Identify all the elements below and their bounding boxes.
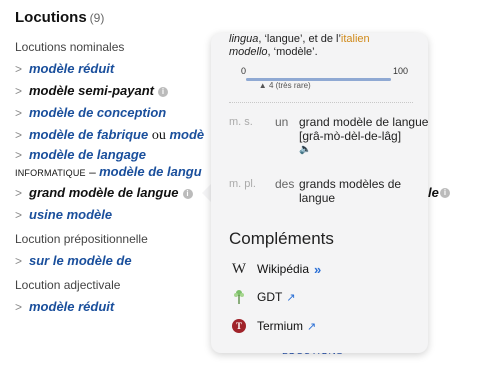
locution-link[interactable]: sur le modèle de bbox=[29, 253, 132, 268]
gdt-tree-icon bbox=[231, 289, 247, 305]
grammar-determiner: un bbox=[275, 115, 289, 129]
grammar-form: grand modèle de langue [grâ-mò-dèl-de-lâ… bbox=[299, 115, 428, 157]
chevron-right-icon: > bbox=[15, 186, 23, 200]
frequency-marker: ▲ 4 (très rare) bbox=[258, 81, 311, 90]
resource-gdt[interactable]: GDT ↗ bbox=[231, 288, 296, 306]
info-icon[interactable]: i bbox=[182, 189, 193, 199]
speaker-icon[interactable]: 🔈 bbox=[299, 143, 428, 157]
resource-label[interactable]: Termium bbox=[257, 319, 303, 333]
locution-text-partial[interactable]: le bbox=[428, 182, 439, 204]
frequency-gauge: 0 100 ▲ 4 (très rare) bbox=[241, 66, 411, 92]
grammar-code: m. pl. bbox=[229, 178, 256, 190]
grammar-form: grands modèles de langue bbox=[299, 177, 402, 205]
conjunction-text: ou bbox=[151, 128, 166, 143]
external-link-icon[interactable]: ↗ bbox=[307, 320, 316, 333]
termium-icon: T bbox=[231, 318, 247, 334]
locutions-heading: Locutions (9) bbox=[15, 9, 104, 26]
chevron-right-icon: > bbox=[15, 106, 23, 120]
frequency-min: 0 bbox=[241, 66, 247, 76]
pronunciation: [grâ-mò-dèl-de-lâg] bbox=[299, 129, 402, 143]
frequency-max: 100 bbox=[393, 66, 409, 76]
resource-label[interactable]: Wikipédia bbox=[257, 262, 309, 276]
grammar-row-plural: m. pl. des grands modèles de langue bbox=[229, 177, 428, 211]
resource-label[interactable]: GDT bbox=[257, 290, 282, 304]
frequency-value: 4 (très rare) bbox=[268, 81, 311, 90]
chevron-right-icon: > bbox=[15, 148, 23, 162]
locution-link[interactable]: usine modèle bbox=[29, 207, 112, 222]
separator bbox=[229, 102, 413, 103]
definition-popup: lingua, ‘langue’, et de l’italien modell… bbox=[211, 33, 428, 353]
chevron-right-icon: > bbox=[15, 208, 23, 222]
domain-tag: INFORMATIQUE bbox=[15, 168, 86, 178]
locutions-count: (9) bbox=[89, 11, 105, 25]
chevron-right-icon: > bbox=[15, 300, 23, 314]
external-link-icon[interactable]: ↗ bbox=[286, 291, 295, 304]
complements-title: Compléments bbox=[229, 229, 334, 248]
chevron-right-icon: > bbox=[15, 62, 23, 76]
locution-text[interactable]: modèle semi-payant bbox=[29, 83, 154, 98]
chevron-right-icon: > bbox=[15, 84, 23, 98]
etymology-text: lingua, ‘langue’, et de l’italien modell… bbox=[229, 33, 370, 58]
grammar-determiner: des bbox=[275, 177, 295, 191]
locution-link[interactable]: modè bbox=[169, 127, 204, 142]
chevron-right-icon: > bbox=[15, 254, 23, 268]
grammar-code: m. s. bbox=[229, 116, 253, 128]
info-icon[interactable]: i bbox=[158, 87, 168, 97]
locution-link[interactable]: modèle de langage bbox=[29, 147, 146, 162]
locution-link[interactable]: modèle réduit bbox=[29, 61, 114, 76]
locution-link[interactable]: modèle de conception bbox=[29, 105, 166, 120]
resource-wikipedia[interactable]: W Wikipédia » bbox=[231, 260, 321, 278]
locutions-title: Locutions bbox=[15, 9, 87, 26]
info-icon[interactable]: i bbox=[440, 188, 450, 198]
chevron-double-right-icon[interactable]: » bbox=[314, 262, 321, 277]
chevron-right-icon: > bbox=[15, 128, 23, 142]
locution-text[interactable]: grand modèle de langue bbox=[29, 185, 179, 200]
locution-link[interactable]: modèle de langu bbox=[99, 164, 202, 179]
locution-link[interactable]: modèle réduit bbox=[29, 299, 114, 314]
italien-link[interactable]: italien bbox=[341, 33, 370, 45]
wikipedia-icon: W bbox=[231, 260, 247, 277]
resource-termium[interactable]: T Termium ↗ bbox=[231, 317, 316, 335]
locution-link[interactable]: modèle de fabrique bbox=[29, 127, 148, 142]
dash-separator: – bbox=[85, 165, 100, 179]
